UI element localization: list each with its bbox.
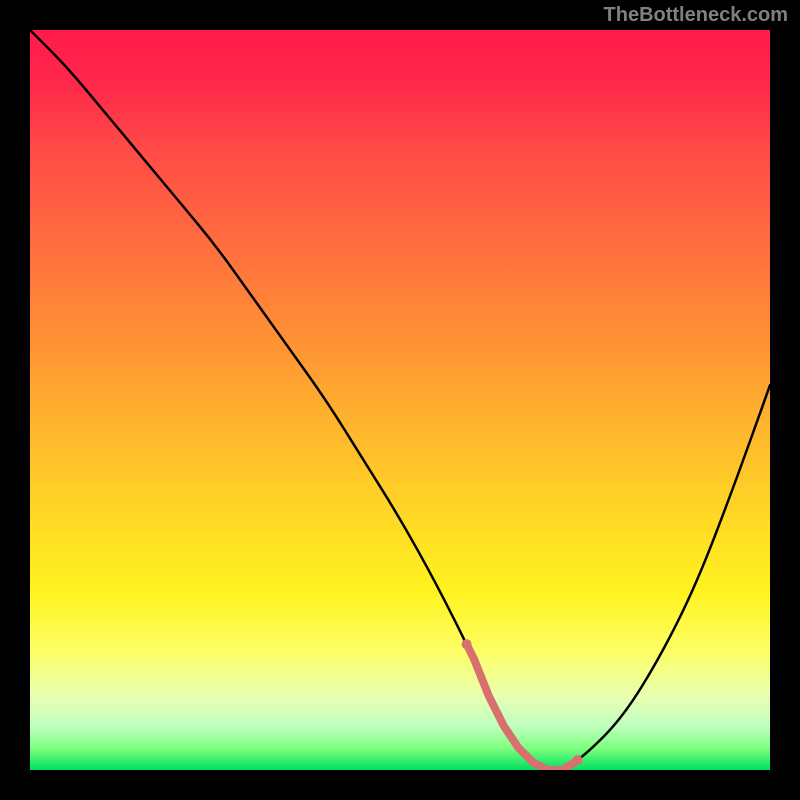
watermark-text: TheBottleneck.com [604, 4, 788, 27]
bottleneck-curve-path [30, 30, 770, 770]
chart-plot-area [30, 30, 770, 770]
curve-svg [30, 30, 770, 770]
highlight-segment [467, 644, 578, 770]
highlight-dot-left [462, 639, 472, 649]
highlight-dot-right [573, 755, 583, 765]
